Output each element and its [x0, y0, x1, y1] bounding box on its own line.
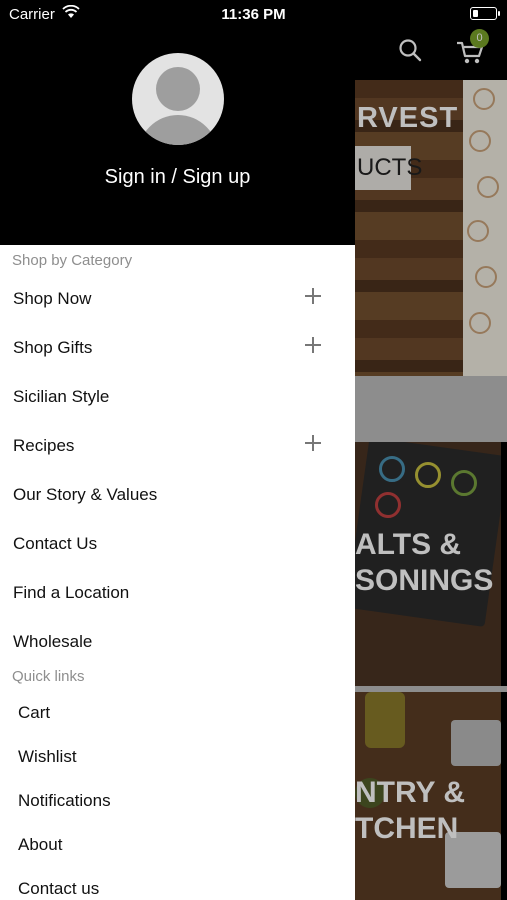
quick-link-label: Cart	[18, 703, 51, 722]
menu-item-shop-now[interactable]: Shop Now	[0, 279, 355, 319]
sign-in-link[interactable]: Sign in / Sign up	[0, 166, 355, 189]
menu-item-sicilian-style[interactable]: Sicilian Style	[0, 377, 355, 417]
navigation-drawer: Sign in / Sign up Shop by Category Shop …	[0, 0, 355, 900]
quick-link-label: About	[18, 835, 63, 854]
menu-item-label: Sicilian Style	[13, 387, 110, 406]
avatar[interactable]	[132, 53, 224, 145]
menu-item-label: Find a Location	[13, 583, 130, 602]
shop-section-label: Shop by Category	[12, 252, 133, 269]
menu-item-recipes[interactable]: Recipes	[0, 426, 355, 466]
quick-link-label: Notifications	[18, 791, 111, 810]
menu-item-our-story[interactable]: Our Story & Values	[0, 475, 355, 515]
menu-item-find-location[interactable]: Find a Location	[0, 573, 355, 613]
clock-time: 11:36 PM	[221, 6, 286, 23]
avatar-body	[138, 115, 218, 145]
menu-item-shop-gifts[interactable]: Shop Gifts	[0, 328, 355, 368]
status-bar: Carrier 11:36 PM	[0, 0, 507, 28]
plus-icon[interactable]	[304, 287, 322, 305]
menu-item-label: Contact Us	[13, 534, 98, 553]
plus-icon[interactable]	[304, 336, 322, 354]
battery-level	[472, 9, 478, 17]
menu-item-label: Our Story & Values	[13, 485, 158, 504]
quick-link-label: Wishlist	[18, 747, 77, 766]
menu-item-wholesale[interactable]: Wholesale	[0, 622, 355, 662]
menu-item-label: Recipes	[13, 436, 75, 455]
quick-link-about[interactable]: About	[0, 825, 355, 865]
menu-item-label: Shop Now	[13, 289, 92, 308]
avatar-head	[156, 67, 200, 111]
menu-item-contact[interactable]: Contact Us	[0, 524, 355, 564]
plus-icon[interactable]	[304, 434, 322, 452]
quick-link-label: Contact us	[18, 879, 100, 898]
battery-icon	[470, 7, 500, 20]
quick-links-label: Quick links	[12, 668, 85, 685]
quick-link-wishlist[interactable]: Wishlist	[0, 737, 355, 777]
quick-link-contact-us[interactable]: Contact us	[0, 869, 355, 900]
quick-link-notifications[interactable]: Notifications	[0, 781, 355, 821]
drawer-header: Sign in / Sign up	[0, 0, 355, 245]
menu-item-label: Shop Gifts	[13, 338, 93, 357]
quick-link-cart[interactable]: Cart	[0, 693, 355, 733]
drawer-overlay-scrim[interactable]	[355, 28, 507, 900]
menu-item-label: Wholesale	[13, 632, 93, 651]
